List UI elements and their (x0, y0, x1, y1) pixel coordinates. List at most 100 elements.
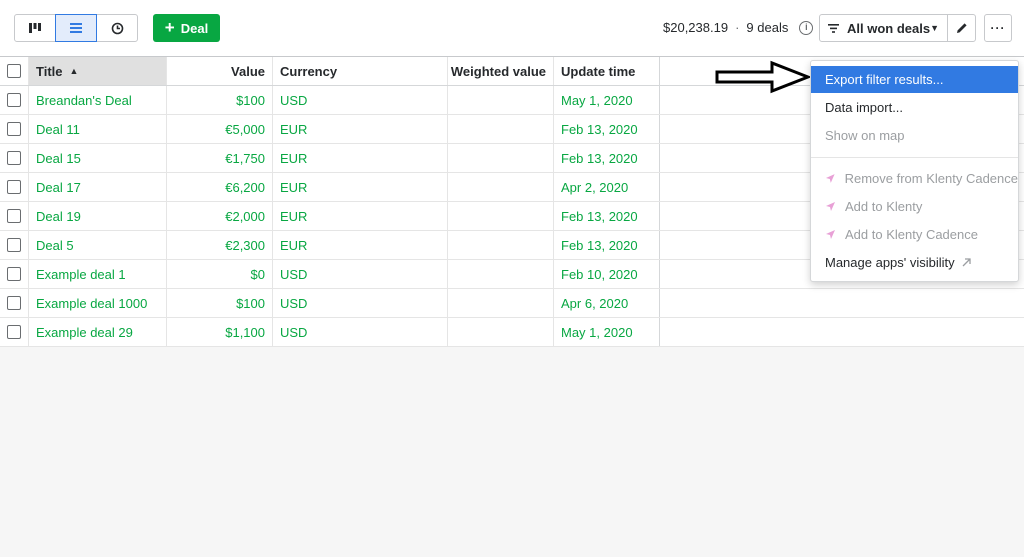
menu-item-export-filter-results[interactable]: Export filter results... (811, 66, 1018, 93)
pipeline-view-button[interactable] (14, 14, 56, 42)
deal-weighted-value (448, 86, 554, 114)
deal-weighted-value (448, 173, 554, 201)
deal-value[interactable]: $100 (167, 86, 273, 114)
deal-title-link[interactable]: Deal 17 (29, 173, 167, 201)
row-filler (660, 318, 1024, 346)
pencil-icon (956, 23, 967, 33)
row-checkbox[interactable] (7, 122, 21, 136)
deal-currency[interactable]: EUR (273, 144, 448, 172)
deal-title-link[interactable]: Deal 15 (29, 144, 167, 172)
filter-dropdown[interactable]: All won deals ▼ (819, 14, 948, 42)
deal-value[interactable]: $0 (167, 260, 273, 288)
table-row: Example deal 29 $1,100 USD May 1, 2020 (0, 318, 1024, 347)
row-select-cell (0, 231, 29, 259)
deal-value[interactable]: €2,000 (167, 202, 273, 230)
column-update-label: Update time (561, 63, 636, 79)
deal-title-link[interactable]: Example deal 1 (29, 260, 167, 288)
menu-item-add-to-klenty-cadence[interactable]: Add to Klenty Cadence (811, 220, 1018, 248)
remove-klenty-label: Remove from Klenty Cadence (844, 170, 1018, 186)
deal-update-time: Feb 13, 2020 (554, 231, 660, 259)
column-value-label: Value (231, 63, 265, 79)
deal-value[interactable]: $1,100 (167, 318, 273, 346)
table-row: Example deal 1000 $100 USD Apr 6, 2020 (0, 289, 1024, 318)
deal-title-link[interactable]: Deal 11 (29, 115, 167, 143)
row-select-cell (0, 202, 29, 230)
import-label: Data import... (825, 99, 904, 115)
deal-update-time: May 1, 2020 (554, 318, 660, 346)
deal-update-time: Apr 6, 2020 (554, 289, 660, 317)
deal-title-link[interactable]: Deal 5 (29, 231, 167, 259)
deal-update-time: Feb 10, 2020 (554, 260, 660, 288)
deal-currency[interactable]: EUR (273, 202, 448, 230)
row-select-cell (0, 289, 29, 317)
menu-item-show-on-map[interactable]: Show on map (811, 121, 1018, 149)
deal-currency[interactable]: EUR (273, 231, 448, 259)
deal-currency[interactable]: USD (273, 318, 448, 346)
deal-value[interactable]: €2,300 (167, 231, 273, 259)
row-checkbox[interactable] (7, 93, 21, 107)
deal-title-link[interactable]: Deal 19 (29, 202, 167, 230)
column-header-value[interactable]: Value (167, 57, 273, 85)
add-deal-button[interactable]: + Deal (153, 14, 220, 42)
klenty-icon (826, 201, 835, 211)
deal-value[interactable]: €6,200 (167, 173, 273, 201)
more-icon: ··· (990, 21, 1006, 35)
add-klenty-cadence-label: Add to Klenty Cadence (845, 226, 978, 242)
select-all-checkbox[interactable] (7, 64, 21, 78)
row-checkbox[interactable] (7, 180, 21, 194)
deal-weighted-value (448, 318, 554, 346)
list-view-button[interactable] (55, 14, 97, 42)
deal-currency[interactable]: USD (273, 289, 448, 317)
menu-item-remove-klenty-cadence[interactable]: Remove from Klenty Cadence (811, 164, 1018, 192)
manage-apps-label: Manage apps' visibility (825, 254, 955, 270)
deal-title-link[interactable]: Example deal 1000 (29, 289, 167, 317)
klenty-icon (826, 229, 835, 239)
menu-divider (811, 157, 1018, 158)
summary-separator: · (735, 20, 740, 35)
row-checkbox[interactable] (7, 209, 21, 223)
forecast-view-button[interactable] (96, 14, 138, 42)
klenty-icon (825, 173, 835, 183)
deal-update-time: May 1, 2020 (554, 86, 660, 114)
deal-title-link[interactable]: Breandan's Deal (29, 86, 167, 114)
annotation-arrow (715, 60, 812, 94)
caret-down-icon: ▼ (930, 23, 939, 33)
row-checkbox[interactable] (7, 151, 21, 165)
more-actions-button[interactable]: ··· (984, 14, 1012, 42)
deal-update-time: Apr 2, 2020 (554, 173, 660, 201)
row-checkbox[interactable] (7, 325, 21, 339)
column-header-currency[interactable]: Currency (273, 57, 448, 85)
menu-item-manage-apps-visibility[interactable]: Manage apps' visibility (811, 248, 1018, 276)
info-icon[interactable]: i (799, 20, 814, 35)
menu-item-data-import[interactable]: Data import... (811, 93, 1018, 121)
deal-weighted-value (448, 115, 554, 143)
column-header-weighted-value[interactable]: Weighted value (448, 57, 554, 85)
summary-count: 9 deals (746, 20, 789, 35)
column-header-title[interactable]: Title ▲ (29, 57, 167, 85)
column-currency-label: Currency (280, 63, 338, 79)
row-checkbox[interactable] (7, 267, 21, 281)
deal-value[interactable]: €1,750 (167, 144, 273, 172)
deal-title-link[interactable]: Example deal 29 (29, 318, 167, 346)
menu-item-add-to-klenty[interactable]: Add to Klenty (811, 192, 1018, 220)
deal-value[interactable]: €5,000 (167, 115, 273, 143)
select-all-cell (0, 57, 29, 85)
edit-filter-button[interactable] (947, 14, 976, 42)
row-filler (660, 289, 1024, 317)
column-header-update-time[interactable]: Update time (554, 57, 660, 85)
toolbar: + Deal $20,238.19 · 9 deals i All won de… (0, 0, 1024, 56)
deal-currency[interactable]: USD (273, 86, 448, 114)
row-select-cell (0, 86, 29, 114)
deal-currency[interactable]: USD (273, 260, 448, 288)
deals-summary: $20,238.19 · 9 deals i (663, 20, 814, 35)
plus-icon: + (164, 18, 175, 37)
row-select-cell (0, 318, 29, 346)
deal-update-time: Feb 13, 2020 (554, 115, 660, 143)
deal-currency[interactable]: EUR (273, 115, 448, 143)
row-select-cell (0, 173, 29, 201)
row-checkbox[interactable] (7, 296, 21, 310)
sort-asc-icon: ▲ (69, 66, 79, 76)
row-checkbox[interactable] (7, 238, 21, 252)
deal-currency[interactable]: EUR (273, 173, 448, 201)
deal-value[interactable]: $100 (167, 289, 273, 317)
